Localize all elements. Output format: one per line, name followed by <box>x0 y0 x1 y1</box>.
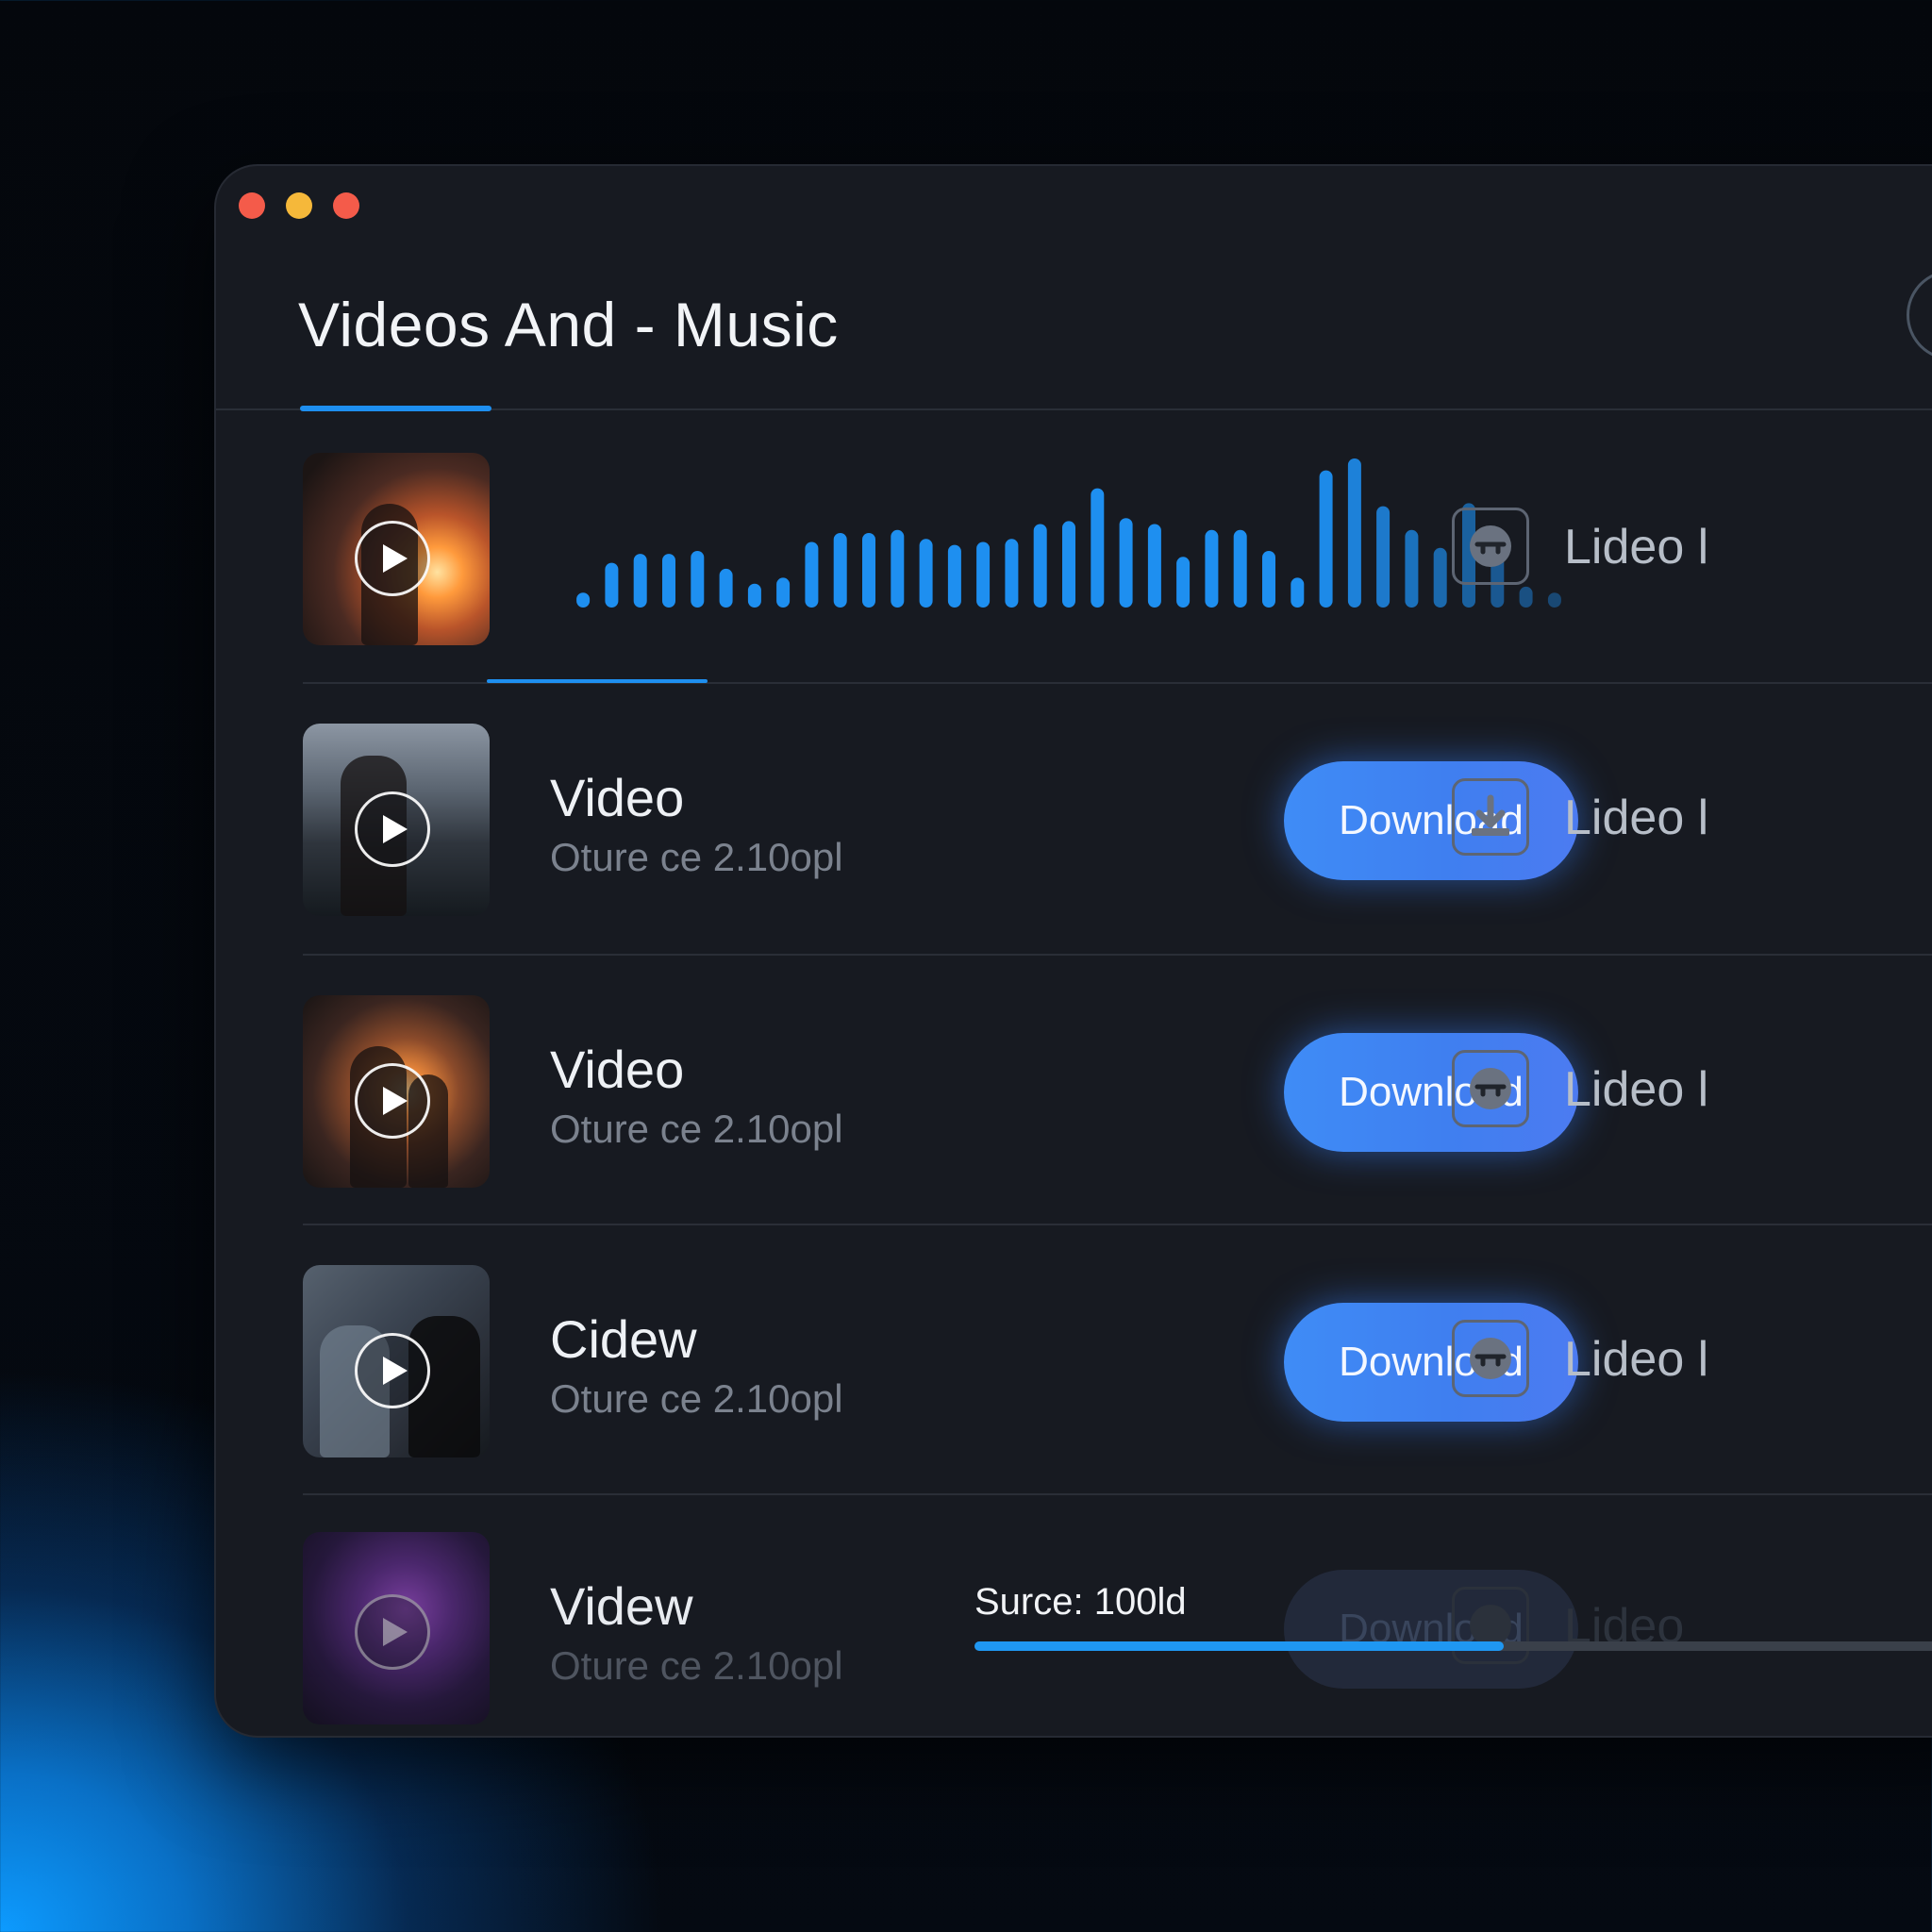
waveform-bar <box>833 533 847 608</box>
page-title: Videos And - Music <box>298 290 839 359</box>
item-meta: Oture ce 2.10opl <box>550 835 843 879</box>
waveform-bar <box>976 541 991 608</box>
waveform-bar <box>633 554 647 608</box>
waveform-bar <box>719 568 733 608</box>
waveform-bar <box>1433 547 1447 608</box>
waveform-bar <box>605 562 619 608</box>
waveform-bar <box>1291 577 1305 608</box>
download-progress-bar <box>974 1641 1932 1651</box>
row-progress-accent <box>487 679 708 683</box>
play-button[interactable] <box>355 521 430 596</box>
row-side-label: Lideo l <box>1564 1062 1709 1117</box>
item-title: Videw <box>550 1576 693 1636</box>
list-item-downloading[interactable]: Videw Oture ce 2.10opl Download Lideo Su… <box>303 1492 1932 1736</box>
record-button[interactable] <box>1452 1050 1529 1127</box>
waveform-bar <box>1519 586 1533 608</box>
maximize-window-button[interactable] <box>333 192 359 219</box>
waveform-bar <box>576 592 591 608</box>
waveform-bar <box>1205 529 1219 608</box>
waveform-bar <box>1233 529 1247 608</box>
list-item-video[interactable]: Video Oture ce 2.10opl Download Lideo l <box>303 956 1932 1225</box>
download-progress-label: Surce: 100ld <box>974 1581 1187 1623</box>
minimize-window-button[interactable] <box>286 192 312 219</box>
waveform-bar <box>662 554 675 608</box>
play-icon <box>382 1618 408 1646</box>
play-button[interactable] <box>355 1594 430 1670</box>
record-button[interactable] <box>1452 1320 1529 1397</box>
play-icon <box>382 1357 408 1385</box>
record-icon <box>1470 1068 1511 1109</box>
item-title: Video <box>550 768 685 827</box>
row-side-label: Lideo l <box>1564 1332 1709 1387</box>
waveform-bar <box>1405 529 1419 608</box>
waveform-bar <box>1119 518 1133 608</box>
download-button[interactable]: Download <box>1284 1303 1578 1422</box>
waveform-bar <box>891 529 905 608</box>
waveform-bar <box>747 583 761 608</box>
download-button[interactable]: Download <box>1284 761 1578 880</box>
video-thumbnail[interactable] <box>303 995 490 1188</box>
waveform-bar <box>691 551 705 608</box>
waveform-bar <box>1547 592 1561 608</box>
play-button[interactable] <box>355 1333 430 1408</box>
list-item-video[interactable]: Cidew Oture ce 2.10opl Download Lideo l <box>303 1225 1932 1495</box>
play-icon <box>382 544 408 573</box>
item-title: Video <box>550 1040 685 1099</box>
record-button[interactable] <box>1452 1587 1529 1664</box>
row-side-label: Lideo l <box>1564 791 1709 845</box>
play-button[interactable] <box>355 791 430 867</box>
play-button[interactable] <box>355 1063 430 1139</box>
row-side-label: Lideo l <box>1564 520 1709 575</box>
item-meta: Oture ce 2.10opl <box>550 1376 843 1421</box>
waveform-bar <box>776 577 791 608</box>
app-window: Videos And - Music Lideo l Video Oture c… <box>214 164 1932 1738</box>
waveform-bar <box>1376 506 1391 608</box>
record-icon <box>1470 1338 1511 1379</box>
close-window-button[interactable] <box>239 192 265 219</box>
waveform-bar <box>1005 539 1019 608</box>
waveform-bar <box>947 544 961 608</box>
record-button[interactable] <box>1452 508 1529 585</box>
video-thumbnail[interactable] <box>303 724 490 916</box>
list-item-video[interactable]: Video Oture ce 2.10opl Download Lideo l <box>303 684 1932 954</box>
waveform-bar <box>1033 524 1047 608</box>
play-icon <box>382 815 408 843</box>
download-button[interactable]: Download <box>1284 1033 1578 1152</box>
download-arrow-icon <box>1472 794 1509 836</box>
item-meta: Oture ce 2.10opl <box>550 1643 843 1688</box>
play-icon <box>382 1087 408 1115</box>
waveform-bar <box>1091 488 1105 608</box>
download-progress-fill <box>974 1641 1504 1651</box>
audio-waveform[interactable] <box>569 458 1569 608</box>
waveform-bar <box>1347 458 1361 608</box>
window-controls <box>239 192 359 219</box>
waveform-bar <box>1176 557 1191 608</box>
header-action-button[interactable] <box>1907 270 1932 360</box>
save-button[interactable] <box>1452 778 1529 856</box>
waveform-bar <box>1262 551 1275 608</box>
waveform-bar <box>1062 521 1075 608</box>
waveform-bar <box>919 539 933 608</box>
item-title: Cidew <box>550 1309 697 1369</box>
video-thumbnail[interactable] <box>303 1532 490 1724</box>
download-button[interactable]: Download <box>1284 1570 1578 1689</box>
audio-thumbnail[interactable] <box>303 453 490 645</box>
item-meta: Oture ce 2.10opl <box>550 1107 843 1151</box>
waveform-bar <box>862 533 875 608</box>
video-thumbnail[interactable] <box>303 1265 490 1457</box>
active-tab-indicator <box>300 406 491 411</box>
record-icon <box>1470 525 1511 567</box>
list-item-audio[interactable]: Lideo l <box>303 413 1932 683</box>
waveform-bar <box>1319 470 1333 608</box>
waveform-bar <box>1147 524 1161 608</box>
waveform-bar <box>805 541 819 608</box>
